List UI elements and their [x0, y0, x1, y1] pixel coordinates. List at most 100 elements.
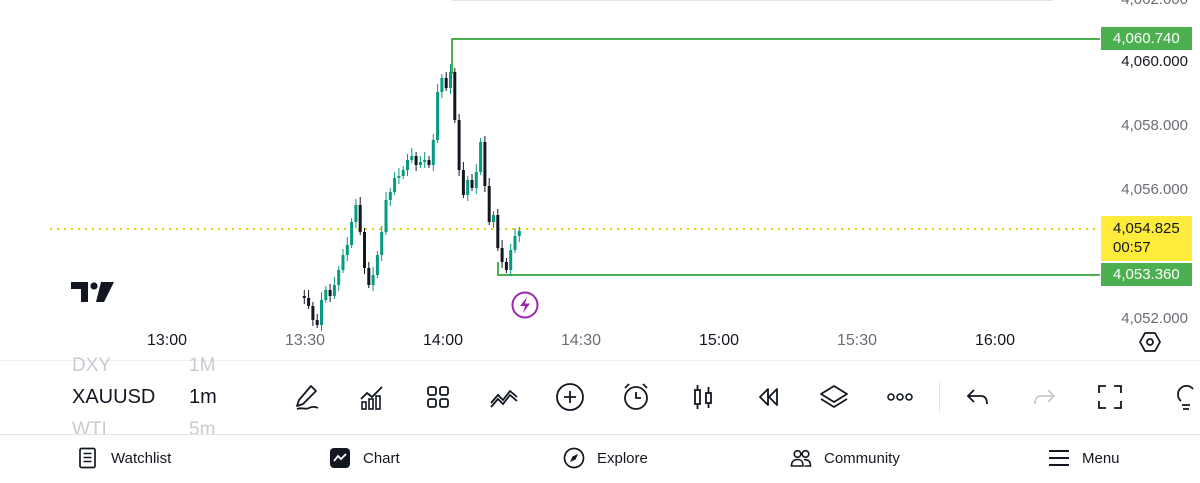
candle-body [457, 120, 461, 170]
candle-body [380, 232, 384, 255]
nav-chart-label: Chart [363, 449, 400, 467]
time-axis-label: 14:00 [422, 332, 464, 349]
candle-body [363, 232, 366, 268]
symbol-prev[interactable]: DXY [72, 355, 111, 377]
candle-body [341, 255, 345, 270]
candle-body [440, 78, 444, 92]
candle-body [401, 170, 405, 176]
ideas-bulb-icon [1177, 384, 1194, 410]
candle-body [397, 176, 401, 178]
layers-button[interactable] [816, 379, 852, 415]
chart-toolbar: DXY 1M XAUUSD 1m WTI 5m [0, 355, 1200, 440]
candle-body [470, 180, 474, 188]
candle-body [315, 320, 319, 325]
watchlist-icon [79, 447, 96, 469]
candle-body [388, 192, 392, 200]
symbol-current[interactable]: XAUUSD [72, 386, 155, 409]
chart-style-button[interactable] [685, 379, 721, 415]
nav-explore[interactable]: Explore [563, 447, 648, 469]
draw-tool-button[interactable] [289, 379, 325, 415]
candle-body [332, 285, 336, 296]
price-axis-label-partial: 4,062.000 [1121, 0, 1188, 8]
flash-event-icon[interactable] [510, 290, 540, 320]
undo-button[interactable] [960, 379, 996, 415]
time-axis-label: 13:30 [284, 332, 326, 349]
low-price-line[interactable] [497, 262, 1100, 276]
nav-community[interactable]: Community [790, 447, 900, 469]
interval-current[interactable]: 1m [189, 386, 217, 409]
candle-body [436, 92, 440, 140]
candle-body [423, 160, 427, 162]
add-icon [556, 383, 584, 411]
nav-explore-label: Explore [597, 449, 648, 467]
nav-menu[interactable]: Menu [1048, 447, 1120, 469]
candle-body [466, 180, 470, 195]
fullscreen-button[interactable] [1092, 379, 1128, 415]
time-axis-label: 15:00 [698, 332, 740, 349]
candle-body [500, 248, 504, 262]
candle-style-icon [694, 385, 712, 409]
candle-body [418, 162, 422, 165]
chart-settings-icon[interactable] [1138, 330, 1162, 354]
fullscreen-icon [1098, 385, 1122, 409]
nav-menu-label: Menu [1082, 449, 1120, 467]
candle-body [406, 160, 409, 170]
high-price-line[interactable] [451, 38, 1100, 74]
bottom-navigation: Watchlist Chart Explore Community Menu [0, 434, 1200, 483]
chart-area[interactable]: 4,062.000 4,060.000 4,058.000 4,056.000 … [0, 0, 1200, 360]
time-axis-label: 14:30 [560, 332, 602, 349]
more-button[interactable] [882, 379, 918, 415]
price-chart[interactable] [0, 0, 1200, 360]
redo-button[interactable] [1026, 379, 1062, 415]
compare-button[interactable] [486, 379, 522, 415]
candle-body [350, 222, 354, 245]
candle-body [444, 78, 448, 88]
compare-icon [490, 389, 518, 408]
nav-community-label: Community [824, 449, 900, 467]
time-axis-label: 16:00 [974, 332, 1016, 349]
time-axis-label: 13:00 [146, 332, 188, 349]
current-price-tag[interactable]: 4,054.825 00:57 [1101, 216, 1192, 261]
low-price-tag[interactable]: 4,053.360 [1101, 263, 1192, 286]
candle-body [328, 290, 332, 296]
candle-body [414, 156, 418, 165]
candle-body [410, 156, 414, 160]
candles-group [302, 64, 521, 331]
layouts-button[interactable] [420, 379, 456, 415]
indicators-button[interactable] [354, 379, 390, 415]
candle-body [307, 298, 311, 306]
more-icon [887, 393, 913, 401]
indicators-icon [360, 386, 383, 410]
nav-chart[interactable]: Chart [329, 447, 400, 469]
alert-clock-icon [624, 383, 648, 410]
add-button[interactable] [552, 379, 588, 415]
tradingview-logo-icon[interactable] [71, 282, 115, 304]
price-axis-label: 4,058.000 [1121, 117, 1188, 134]
candle-body [479, 142, 483, 172]
ideas-button[interactable] [1168, 379, 1200, 415]
candle-body [487, 186, 491, 222]
current-price-value: 4,054.825 [1113, 220, 1180, 237]
high-price-tag[interactable]: 4,060.740 [1101, 27, 1192, 50]
replay-button[interactable] [750, 379, 786, 415]
layers-icon [820, 385, 848, 409]
toolbar-divider [939, 381, 940, 413]
price-axis-label: 4,052.000 [1121, 310, 1188, 327]
candle-body [354, 205, 358, 222]
candle-body [311, 306, 315, 320]
interval-prev[interactable]: 1M [189, 355, 215, 377]
candle-body [504, 262, 508, 270]
nav-watchlist[interactable]: Watchlist [77, 447, 171, 469]
candle-body [453, 72, 457, 120]
candle-body [393, 178, 397, 192]
candle-body [492, 215, 495, 222]
price-axis-label: 4,056.000 [1121, 181, 1188, 198]
candle-body [509, 250, 513, 270]
chart-icon [330, 448, 350, 468]
candle-body [513, 236, 517, 250]
redo-icon [1034, 389, 1056, 405]
alert-button[interactable] [618, 379, 654, 415]
candle-body [302, 296, 306, 298]
candle-body [483, 142, 487, 186]
candle-body [371, 275, 375, 285]
